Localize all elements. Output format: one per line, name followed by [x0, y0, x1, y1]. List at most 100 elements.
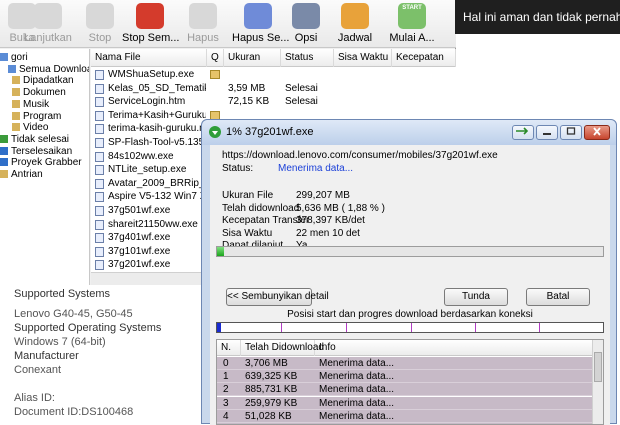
connections-vertical-scrollbar[interactable]: [592, 340, 603, 424]
folder-icon: [0, 134, 8, 143]
download-progress-dialog: 1% 37g201wf.exe https://download.lenovo.…: [201, 119, 617, 425]
connection-column-header[interactable]: N.: [217, 340, 241, 356]
file-status: Selesai: [285, 96, 318, 108]
start-queue-icon: START: [398, 3, 426, 29]
segment-marker: [346, 323, 347, 332]
file-name: Avatar_2009_BRRip_hi...: [108, 177, 206, 189]
toolbar-label: Hapus: [187, 32, 219, 44]
sidebar-item-label: Musik: [23, 98, 50, 110]
connection-column-header[interactable]: Info: [315, 340, 593, 356]
sidebar-item-label: Semua Download: [19, 63, 89, 75]
connection-row[interactable]: 4 51,028 KB Menerima data...: [217, 409, 593, 423]
file-row[interactable]: Kelas_05_SD_Tematik_... 3,59 MB Selesai: [91, 83, 456, 95]
connection-row[interactable]: 2 885,731 KB Menerima data...: [217, 383, 593, 397]
sidebar-item-4[interactable]: Musik: [12, 99, 49, 111]
sidebar-item-6[interactable]: Video: [12, 122, 48, 134]
connection-number: 3: [223, 397, 229, 409]
toolbar-label: Opsi: [294, 32, 318, 44]
sidebar-item-3[interactable]: Dokumen: [12, 87, 66, 99]
cancel-button[interactable]: Batal: [526, 288, 590, 306]
sidebar-item-1[interactable]: Semua Download: [8, 63, 89, 76]
connection-row[interactable]: 1 639,325 KB Menerima data...: [217, 370, 593, 384]
folder-icon: [0, 158, 8, 167]
transfer-icon[interactable]: [512, 125, 534, 140]
toolbar-label: Lanjutkan: [24, 32, 72, 44]
connection-downloaded: 51,028 KB: [245, 410, 292, 422]
pause-button[interactable]: Tunda: [444, 288, 508, 306]
column-header[interactable]: Sisa Waktu: [334, 49, 392, 67]
field-value: 378,397 KB/det: [296, 215, 365, 226]
file-name: terima-kasih-guruku.mp3: [108, 123, 206, 135]
queue-folder-icon: [210, 70, 220, 79]
file-name: 37g201wf.exe: [108, 259, 171, 271]
toolbar-button-6[interactable]: Opsi: [284, 0, 328, 48]
column-header[interactable]: Status: [281, 49, 334, 67]
file-row[interactable]: WMShuaSetup.exe: [91, 69, 456, 81]
column-header[interactable]: Kecepatan: [392, 49, 456, 67]
connection-number: 2: [223, 384, 229, 396]
sidebar-item-8[interactable]: Terselesaikan: [0, 146, 72, 158]
column-header[interactable]: Nama File: [91, 49, 207, 67]
toolbar-button-7[interactable]: Jadwal: [332, 0, 378, 48]
column-header[interactable]: Ukuran: [224, 49, 281, 67]
file-name: ServiceLogin.htm: [108, 96, 186, 108]
info-line: Lenovo G40-45, G50-45: [14, 308, 133, 320]
scrollbar-thumb[interactable]: [594, 352, 602, 382]
connection-info: Menerima data...: [319, 371, 395, 383]
file-list-header: Nama File Q Ukuran Status Sisa Waktu Kecepata…: [91, 49, 456, 67]
file-size: 72,15 KB: [228, 96, 270, 108]
toolbar-label: Hapus Se...: [232, 32, 290, 44]
sidebar-item-label: Terselesaikan: [11, 145, 73, 157]
connection-column-header[interactable]: Telah Didownload: [241, 340, 324, 356]
toolbar-button-1[interactable]: Lanjutkan: [20, 0, 76, 48]
status-value: Menerima data...: [278, 163, 354, 174]
sidebar-item-10[interactable]: Antrian: [0, 169, 43, 181]
info-line: Windows 7 (64-bit): [14, 336, 106, 348]
connection-row[interactable]: 3 259,979 KB Menerima data...: [217, 396, 593, 410]
file-row[interactable]: ServiceLogin.htm 72,15 KB Selesai: [91, 96, 456, 108]
file-icon: [95, 178, 104, 189]
file-name: Terima+Kasih+Guruku...: [108, 109, 206, 121]
status-label: Status:: [222, 163, 254, 174]
info-line: Alias ID:: [14, 392, 55, 404]
file-icon: [95, 97, 104, 108]
connections-table-header: N. Telah Didownload Info: [217, 340, 593, 356]
toolbar-button-8[interactable]: START Mulai A...: [384, 0, 440, 48]
minimize-button[interactable]: [536, 125, 558, 140]
folder-icon: [12, 111, 20, 120]
toolbar-button-2[interactable]: Stop: [78, 0, 122, 48]
dialog-title-bar[interactable]: 1% 37g201wf.exe: [202, 120, 616, 145]
progress-fill: [217, 247, 224, 256]
toolbar-button-4[interactable]: Hapus: [178, 0, 228, 48]
file-icon: [95, 83, 104, 94]
info-line: Supported Operating Systems: [14, 322, 162, 334]
file-icon: [95, 246, 104, 257]
sidebar-item-2[interactable]: Dipadatkan: [12, 75, 74, 87]
sidebar-item-label: Dipadatkan: [23, 75, 74, 87]
file-icon: [95, 110, 104, 121]
download-url: https://download.lenovo.com/consumer/mob…: [222, 150, 498, 161]
connection-downloaded: 639,325 KB: [245, 371, 298, 383]
info-line: Document ID:DS100468: [14, 406, 134, 418]
field-value: 22 men 10 det: [296, 227, 360, 239]
folder-icon: [12, 88, 20, 97]
column-header[interactable]: Q: [207, 49, 224, 67]
toolbar-button-3[interactable]: Stop Sem...: [122, 0, 179, 48]
sidebar-item-7[interactable]: Tidak selesai: [0, 134, 69, 146]
close-button[interactable]: [584, 125, 610, 140]
field-value: 299,207 MB: [296, 190, 350, 201]
sidebar-item-0[interactable]: gori: [0, 52, 28, 64]
segment-marker: [411, 323, 412, 332]
info-line: Manufacturer: [14, 350, 79, 362]
field-label: Sisa Waktu: [222, 227, 273, 239]
file-name: shareit21150ww.exe: [108, 218, 198, 230]
maximize-button[interactable]: [560, 125, 582, 140]
toolbar-button-5[interactable]: Hapus Se...: [232, 0, 290, 48]
idm-logo-icon: [209, 126, 221, 138]
sidebar-item-9[interactable]: Proyek Grabber: [0, 157, 82, 169]
sidebar-item-5[interactable]: Program: [12, 111, 61, 123]
delete-icon: [189, 3, 217, 29]
sidebar-item-label: Antrian: [11, 169, 43, 180]
connection-row[interactable]: 0 3,706 MB Menerima data...: [217, 357, 593, 370]
hide-details-button[interactable]: << Sembunyikan detail: [226, 288, 329, 306]
